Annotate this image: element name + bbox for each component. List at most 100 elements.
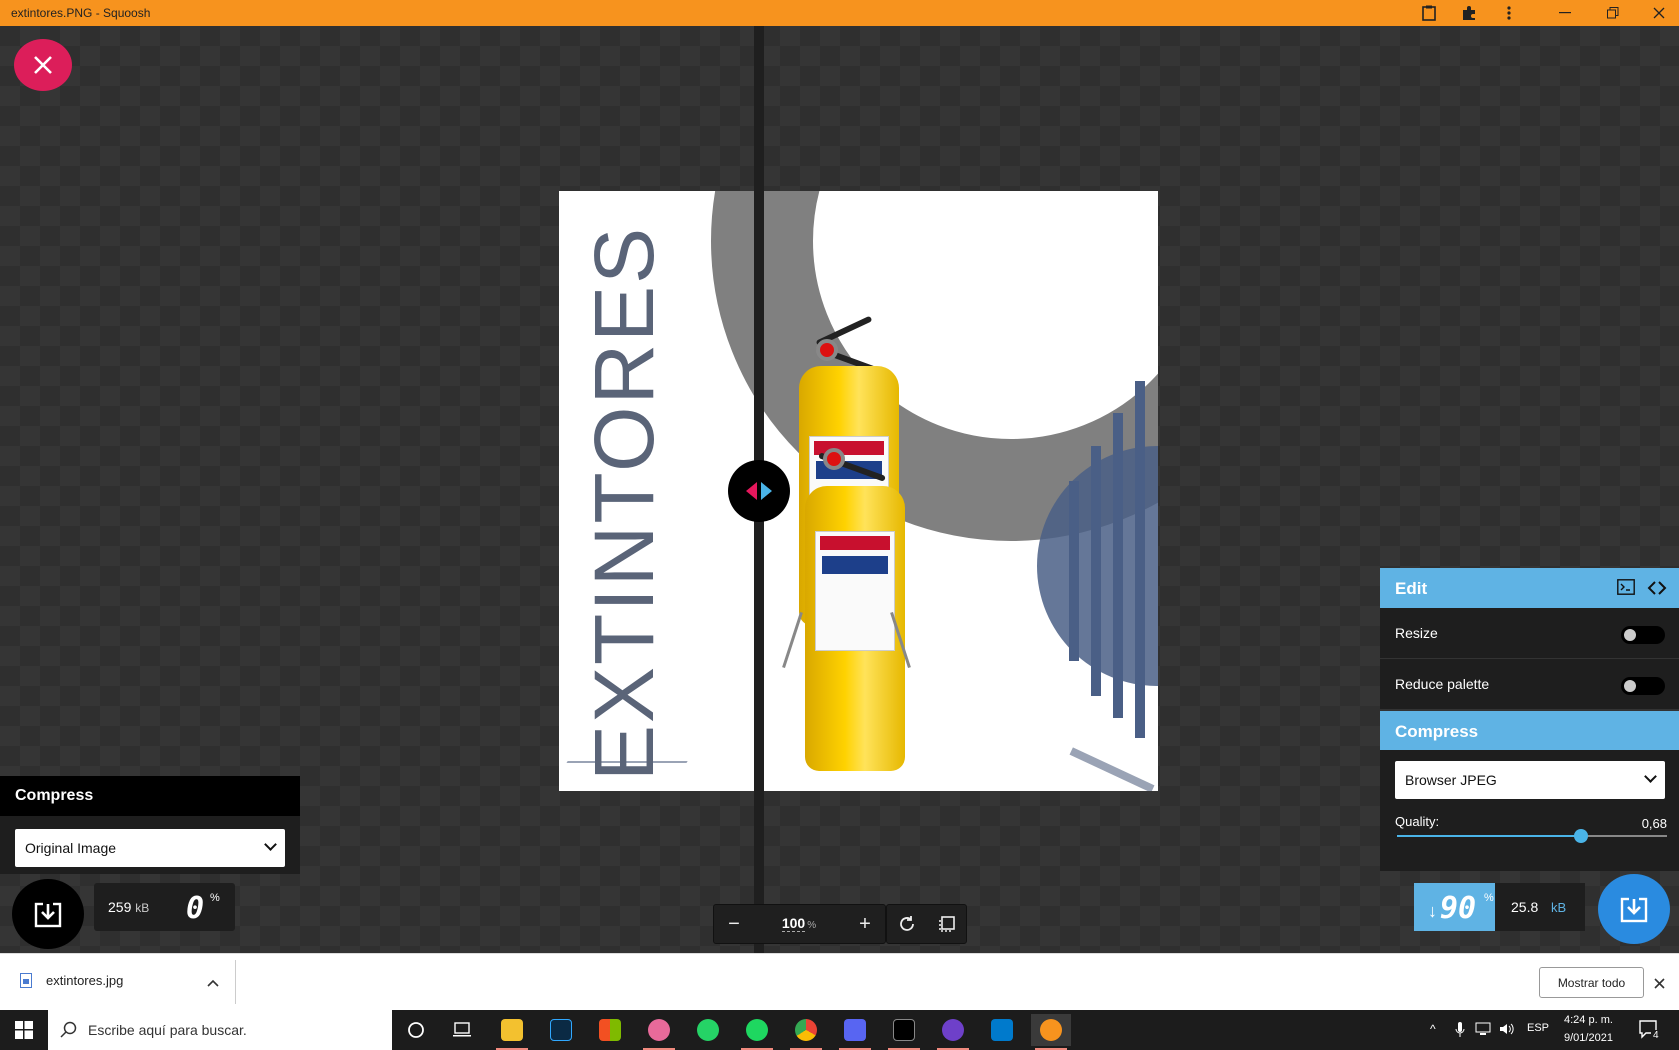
compress-options: Browser JPEG Quality: 0,68 xyxy=(1380,750,1679,871)
terminal-icon[interactable] xyxy=(1617,579,1635,600)
close-shelf-icon[interactable] xyxy=(1654,976,1665,994)
split-handle[interactable] xyxy=(728,460,790,522)
vertical-brand-text: EXTINTORES xyxy=(577,225,671,781)
background-icon xyxy=(939,916,955,932)
show-all-button[interactable]: Mostrar todo xyxy=(1539,967,1644,998)
download-icon xyxy=(1620,896,1648,923)
file-explorer-icon[interactable] xyxy=(492,1014,532,1050)
whatsapp-icon[interactable] xyxy=(688,1014,728,1046)
compress-heading: Compress xyxy=(1395,722,1479,741)
result-size-unit: kB xyxy=(1551,900,1567,915)
rotate-button[interactable] xyxy=(887,905,927,943)
more-vertical-icon[interactable] xyxy=(1489,0,1529,26)
resize-row: Resize xyxy=(1380,608,1679,659)
image-preview[interactable]: EXTINTORES xyxy=(559,191,1158,791)
paint-icon[interactable] xyxy=(639,1014,679,1050)
extinguisher-graphic xyxy=(805,486,905,771)
chevron-up-tray-icon[interactable]: ^ xyxy=(1430,1022,1436,1036)
encoder-value: Browser JPEG xyxy=(1405,772,1497,788)
zoom-number: 100 xyxy=(781,915,806,932)
clock-date[interactable]: 9/01/2021 xyxy=(1564,1032,1613,1044)
result-size-box: 25.8 kB xyxy=(1495,883,1585,931)
plus-icon: + xyxy=(859,912,871,935)
close-icon[interactable] xyxy=(1639,0,1679,26)
stripe-graphic xyxy=(1091,446,1101,696)
zoom-in-button[interactable]: + xyxy=(845,905,885,943)
vscode-icon[interactable] xyxy=(982,1014,1022,1046)
discord-icon[interactable] xyxy=(835,1014,875,1050)
windows-start-icon[interactable] xyxy=(4,1014,44,1046)
download-original-button[interactable] xyxy=(12,879,84,949)
maximize-icon[interactable] xyxy=(1593,0,1633,26)
chrome-icon[interactable] xyxy=(786,1014,826,1050)
quality-slider-thumb[interactable] xyxy=(1573,829,1588,843)
language-indicator[interactable]: ESP xyxy=(1527,1022,1549,1034)
download-compressed-button[interactable] xyxy=(1598,874,1670,944)
swap-sides-icon[interactable] xyxy=(1647,580,1667,600)
stripe-graphic xyxy=(1135,381,1145,738)
network-icon[interactable] xyxy=(1475,1022,1491,1039)
search-placeholder: Escribe aquí para buscar. xyxy=(88,1022,247,1038)
resize-toggle[interactable] xyxy=(1621,626,1665,644)
squoosh-app-icon[interactable] xyxy=(1031,1014,1071,1050)
puzzle-icon[interactable] xyxy=(1449,0,1489,26)
result-percent-unit: % xyxy=(1484,892,1494,904)
edit-header: Edit xyxy=(1380,568,1679,608)
left-compress-heading: Compress xyxy=(0,776,300,816)
close-image-button[interactable] xyxy=(14,39,72,91)
diagonal-line-graphic xyxy=(1069,747,1155,791)
valve-graphic xyxy=(823,448,845,470)
zoom-unit: % xyxy=(807,920,817,931)
encoder-select[interactable]: Browser JPEG xyxy=(1395,761,1665,799)
rotate-icon xyxy=(900,916,914,931)
file-icon xyxy=(20,973,32,988)
right-options-panel: Edit Resize Reduce palette Compress Brow… xyxy=(1380,568,1679,871)
original-stats: 259 kB 0 % xyxy=(94,883,235,931)
microphone-icon[interactable] xyxy=(1455,1022,1465,1041)
left-encoder-select[interactable]: Original Image xyxy=(15,829,285,867)
reduce-palette-row: Reduce palette xyxy=(1380,659,1679,710)
original-size: 259 xyxy=(108,899,132,915)
task-view-icon[interactable] xyxy=(442,1014,482,1046)
clock-time[interactable]: 4:24 p. m. xyxy=(1564,1014,1613,1026)
github-desktop-icon[interactable] xyxy=(933,1014,973,1050)
zoom-out-button[interactable]: − xyxy=(714,905,754,943)
minimize-icon[interactable] xyxy=(1545,0,1585,26)
download-item[interactable]: extintores.jpg xyxy=(20,973,123,988)
zoom-controls: − 100% + xyxy=(713,904,886,944)
volume-icon[interactable] xyxy=(1499,1022,1515,1039)
resize-label: Resize xyxy=(1395,625,1438,641)
view-controls xyxy=(886,904,967,944)
stripe-graphic xyxy=(1113,413,1123,718)
reduce-palette-toggle[interactable] xyxy=(1621,677,1665,695)
quality-label: Quality: xyxy=(1395,814,1440,829)
reduce-palette-label: Reduce palette xyxy=(1395,676,1490,692)
download-icon xyxy=(34,901,62,928)
stand-leg-graphic xyxy=(782,611,803,669)
chevron-down-icon xyxy=(264,838,277,851)
quality-slider[interactable] xyxy=(1397,829,1667,843)
clipboard-icon[interactable] xyxy=(1409,0,1449,26)
arrow-left-icon xyxy=(746,482,757,500)
taskbar: Escribe aquí para buscar. ^ ESP 4:24 p. … xyxy=(0,1010,1679,1050)
original-percent-unit: % xyxy=(210,892,220,904)
valve-graphic xyxy=(816,339,838,361)
cortana-icon[interactable] xyxy=(396,1014,436,1046)
chevron-up-icon[interactable] xyxy=(207,974,219,992)
separator xyxy=(235,960,236,1004)
terminal-app-icon[interactable] xyxy=(884,1014,924,1050)
chevron-down-icon xyxy=(1644,770,1657,783)
zoom-value[interactable]: 100% xyxy=(759,915,839,932)
photoshop-icon[interactable] xyxy=(541,1014,581,1046)
store-icon[interactable] xyxy=(590,1014,630,1046)
quality-value: 0,68 xyxy=(1641,816,1667,831)
stripe-graphic xyxy=(1069,481,1079,661)
spotify-icon[interactable] xyxy=(737,1014,777,1050)
download-shelf: extintores.jpg Mostrar todo xyxy=(0,953,1679,1010)
original-size-unit: kB xyxy=(135,901,150,915)
result-size: 25.8 xyxy=(1511,899,1539,915)
arrow-right-icon xyxy=(761,482,772,500)
original-percent: 0 xyxy=(186,891,205,926)
background-toggle-button[interactable] xyxy=(927,905,967,943)
taskbar-search[interactable]: Escribe aquí para buscar. xyxy=(48,1010,392,1050)
